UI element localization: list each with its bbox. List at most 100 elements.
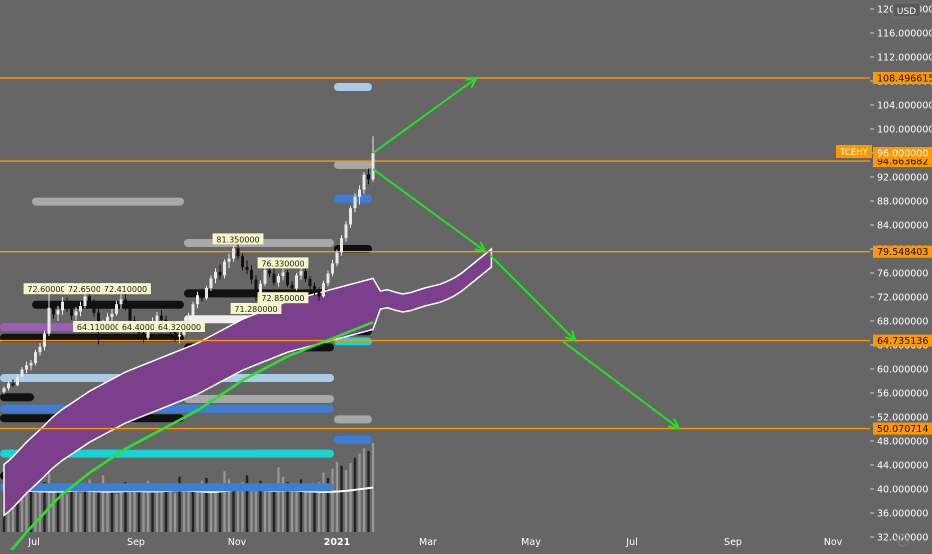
volume-bar xyxy=(115,494,118,532)
price-annotation-label: 72.410000 xyxy=(104,285,147,294)
volume-bar xyxy=(151,490,154,532)
candle-body xyxy=(70,309,73,316)
price-annotation-label: 76.330000 xyxy=(261,259,304,268)
volume-bar xyxy=(268,491,271,532)
candle-body xyxy=(326,273,330,284)
candle-body xyxy=(61,301,64,311)
zone-bar xyxy=(0,483,334,492)
candle-body xyxy=(173,331,177,337)
price-tick-label: 52.000000 xyxy=(877,413,928,424)
candle-body xyxy=(272,273,276,283)
volume-bar xyxy=(133,488,136,532)
volume-bar xyxy=(331,468,334,532)
candle-body xyxy=(38,346,42,353)
price-tick-label: 44.000000 xyxy=(877,461,928,472)
currency-badge[interactable]: USD xyxy=(892,2,921,18)
volume-bar xyxy=(182,486,186,532)
time-tick-label: 2021 xyxy=(324,537,350,548)
candle-body xyxy=(110,313,114,317)
zone-bar xyxy=(334,194,372,203)
time-tick-label: Sep xyxy=(724,537,742,548)
volume-bar xyxy=(169,487,172,532)
volume-bar xyxy=(173,492,177,532)
volume-bar xyxy=(214,490,217,532)
volume-bar xyxy=(367,451,370,532)
candle-body xyxy=(119,299,123,305)
volume-bar xyxy=(263,487,267,532)
candle-body xyxy=(34,352,37,363)
price-annotation-label: 64.110000 xyxy=(77,323,120,332)
price-annotation-label: 81.350000 xyxy=(216,235,259,244)
time-tick-label: Jul xyxy=(625,537,637,548)
time-tick-label: Jul xyxy=(27,537,39,548)
chart-container[interactable]: 72.600000 72.650000 72.410000 81.350000 76.3… xyxy=(0,0,932,554)
candle-body xyxy=(16,376,19,386)
candle-body xyxy=(313,286,316,292)
volume-bar xyxy=(353,457,357,532)
volume-bar xyxy=(38,490,42,532)
candle-body xyxy=(227,258,231,262)
candle-body xyxy=(214,271,217,279)
candle-body xyxy=(155,315,159,321)
candle-body xyxy=(65,301,69,309)
symbol-tag: TCEHY xyxy=(836,145,872,158)
volume-bar xyxy=(83,486,87,532)
price-level-tag-label: 64.735136 xyxy=(877,336,928,347)
candle-body xyxy=(371,153,375,180)
candle-body xyxy=(335,252,339,264)
volume-bar xyxy=(209,487,213,532)
volume-bar xyxy=(295,490,298,532)
zone-bar xyxy=(334,415,372,424)
candle-body xyxy=(358,189,361,197)
volume-bar xyxy=(362,448,366,532)
candle-body xyxy=(295,275,298,289)
volume-bar xyxy=(119,487,123,532)
symbol-tag-label: TCEHY xyxy=(839,148,868,158)
price-annotation-label: 71.280000 xyxy=(234,305,277,314)
candle-body xyxy=(353,196,357,209)
volume-bar xyxy=(358,453,361,532)
candle-body xyxy=(128,307,132,321)
candle-body xyxy=(124,299,127,308)
candle-body xyxy=(250,270,253,280)
price-chart[interactable]: 72.60000072.65000072.41000081.35000076.3… xyxy=(0,0,932,554)
price-tick-label: 92.000000 xyxy=(877,173,928,184)
candle-body xyxy=(281,272,285,276)
volume-bar xyxy=(308,487,312,532)
candle-body xyxy=(268,270,271,274)
time-tick-label: Mar xyxy=(419,537,437,548)
candle-body xyxy=(7,383,10,389)
price-tick-label: 72.000000 xyxy=(877,293,928,304)
time-tick-label: Nov xyxy=(228,537,247,548)
price-tick-label: 40.000000 xyxy=(877,485,928,496)
price-tick-label: 48.000000 xyxy=(877,437,928,448)
volume-bar xyxy=(110,490,114,532)
last-price-tag-label: 96.000000 xyxy=(877,149,928,160)
volume-bar xyxy=(349,463,352,532)
volume-bar xyxy=(344,469,348,532)
candle-body xyxy=(25,365,28,370)
candle-body xyxy=(196,295,199,305)
candle-body xyxy=(52,307,55,315)
candle-body xyxy=(290,285,294,289)
price-tick-label: 116.000000 xyxy=(877,29,932,40)
price-tick-label: 112.000000 xyxy=(877,53,932,64)
time-tick-label: May xyxy=(521,537,541,548)
price-axis[interactable]: 32.00000036.00000040.00000044.00000048.0… xyxy=(870,0,932,550)
volume-bar xyxy=(322,472,325,532)
candle-body xyxy=(43,333,46,347)
volume-bar xyxy=(335,461,339,532)
volume-bar xyxy=(277,467,280,532)
price-tick-label: 104.000000 xyxy=(877,101,932,112)
candle-body xyxy=(263,270,267,284)
volume-bar xyxy=(92,487,96,532)
candle-body xyxy=(322,283,325,297)
price-level-tag-label: 50.070714 xyxy=(877,424,928,435)
candle-body xyxy=(367,174,370,180)
price-level-tag-label: 79.548403 xyxy=(877,247,928,258)
candle-body xyxy=(209,278,213,288)
price-tick-label: 60.000000 xyxy=(877,365,928,376)
price-tick-label: 100.000000 xyxy=(877,125,932,136)
candle-body xyxy=(245,267,249,270)
price-level-tag-label: 108.496615 xyxy=(877,74,932,85)
